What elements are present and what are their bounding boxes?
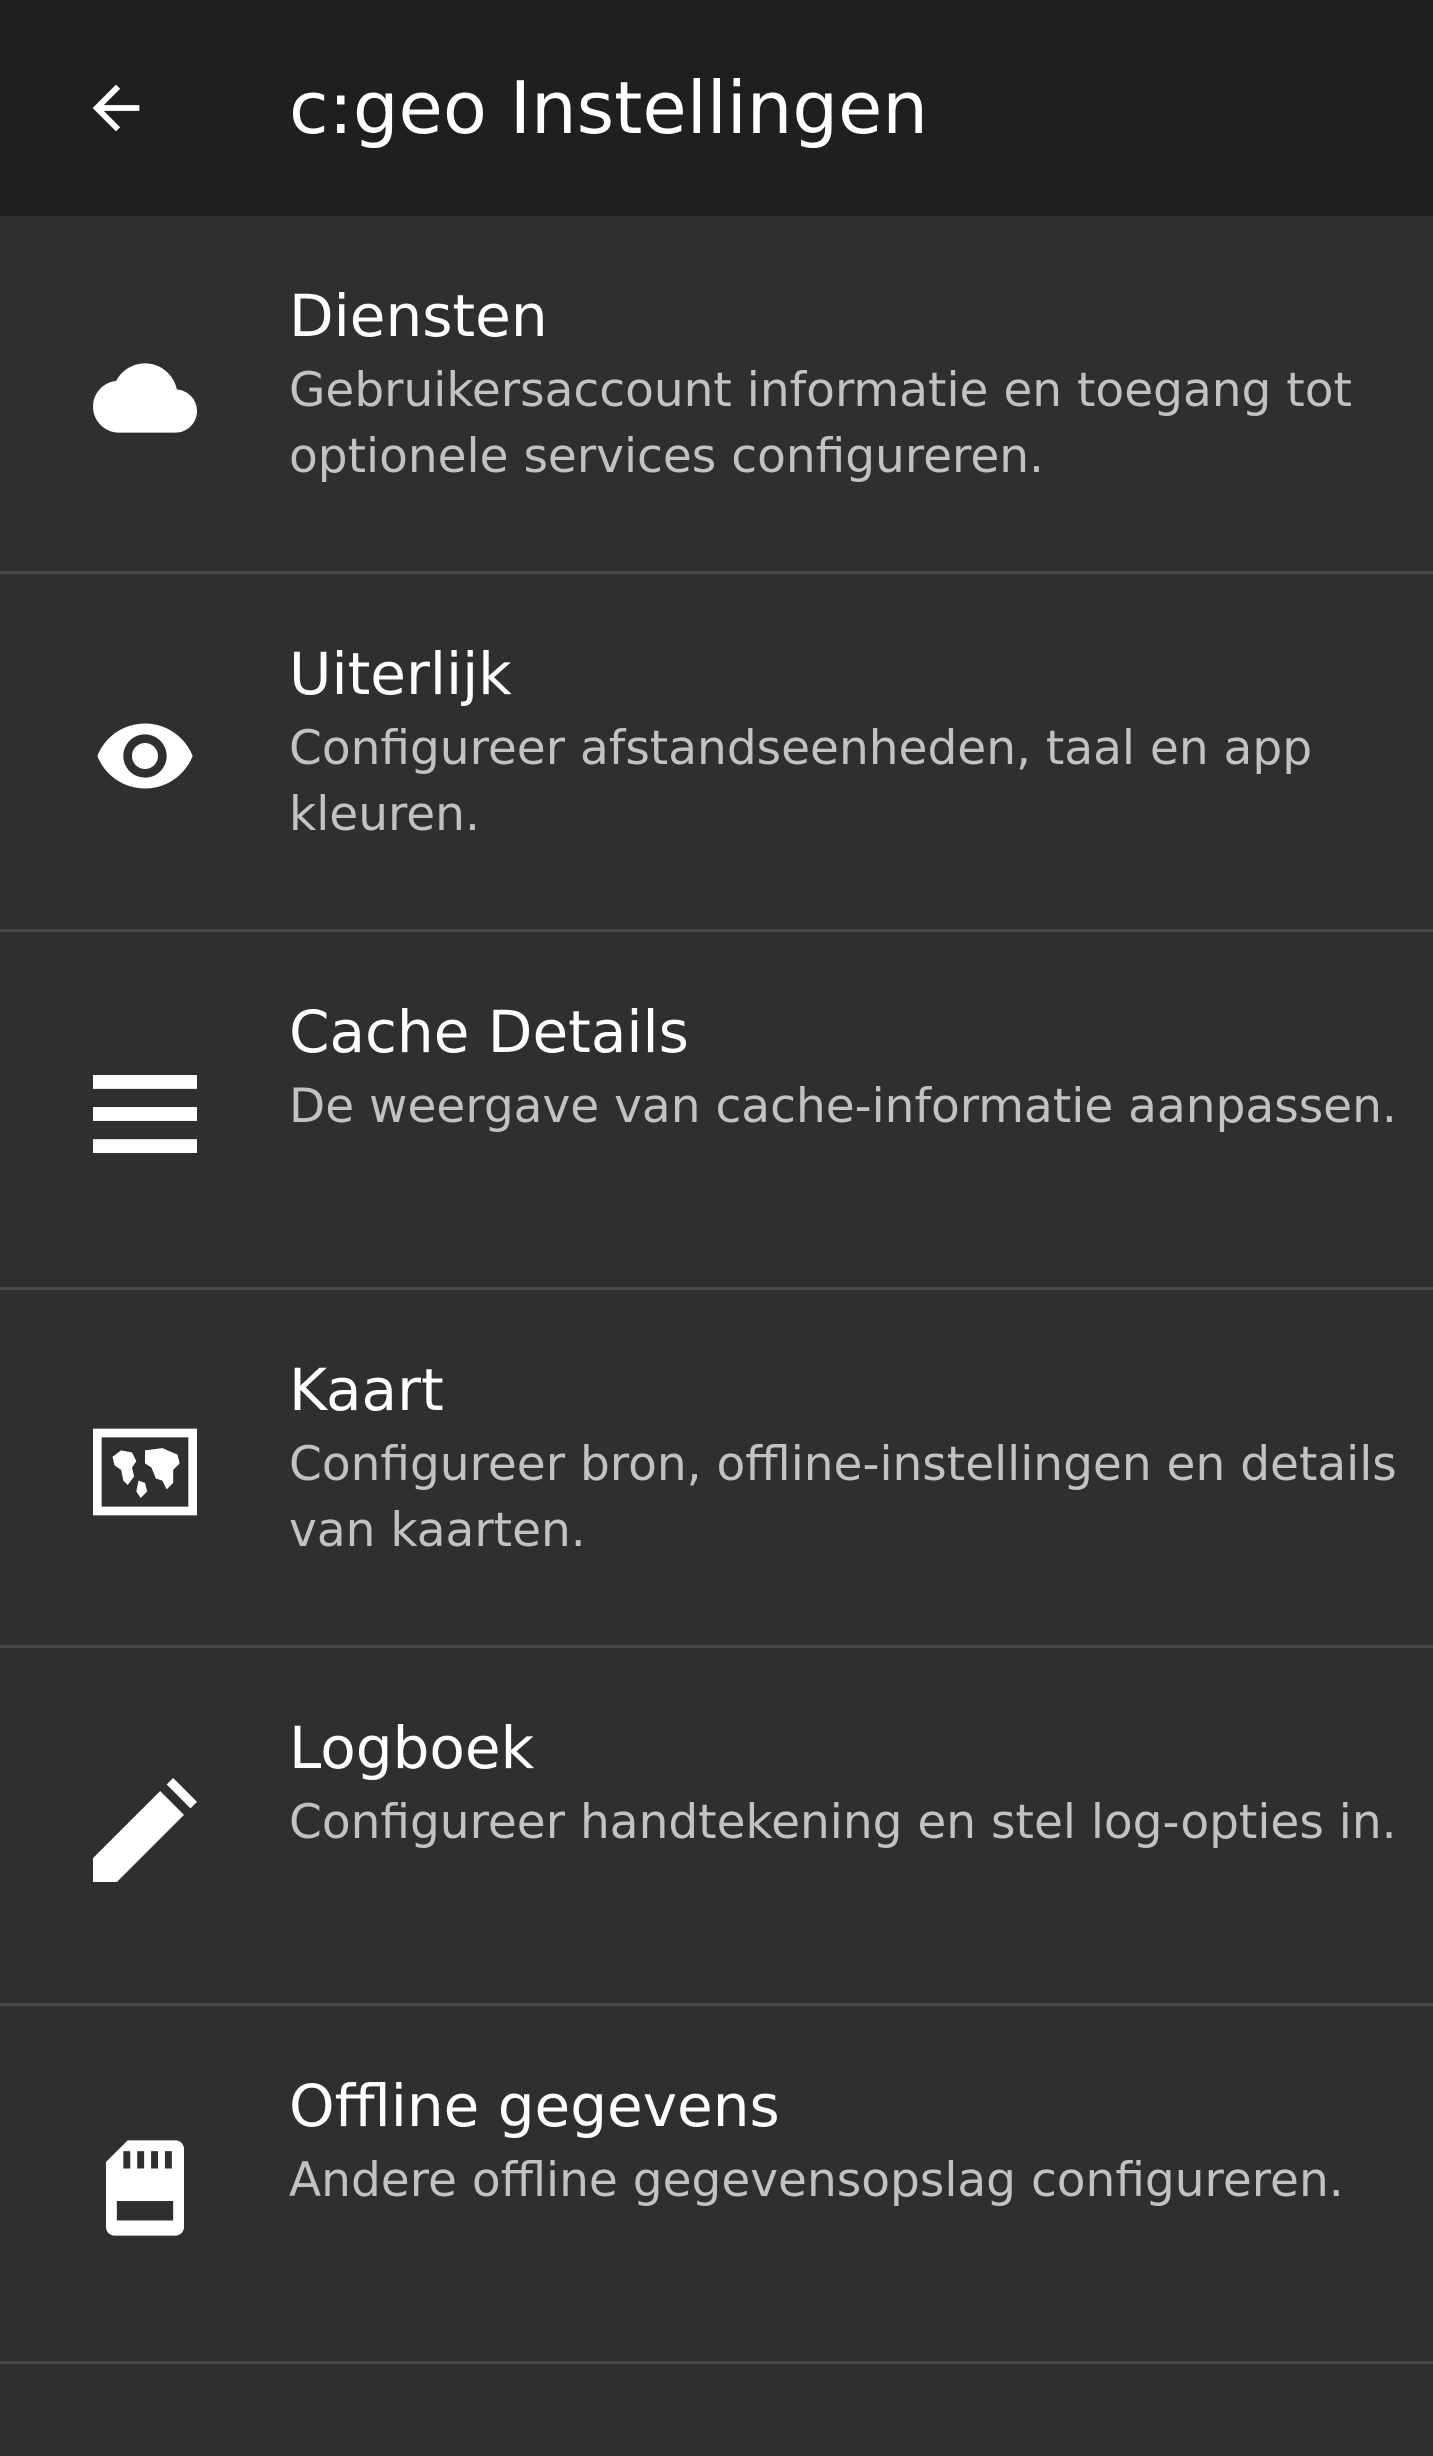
- page-title: c:geo Instellingen: [289, 66, 928, 150]
- settings-item-description: Andere offline gegevensopslag configurer…: [289, 2153, 1344, 2208]
- settings-item-logboek[interactable]: Logboek Configureer handtekening en stel…: [0, 1648, 1433, 2006]
- settings-item-label: Offline gegevens: [289, 2072, 780, 2140]
- settings-item-diensten[interactable]: Diensten Gebruikersaccount informatie en…: [0, 216, 1433, 574]
- settings-item-label: Uiterlijk: [289, 640, 512, 708]
- settings-item-kaart[interactable]: Kaart Configureer bron, offline-instelli…: [0, 1290, 1433, 1648]
- settings-item-label: Kaart: [289, 1356, 444, 1424]
- sd-card-icon: [90, 2133, 200, 2243]
- list-icon: [90, 1059, 200, 1169]
- settings-item-description: Configureer afstandseenheden, taal en ap…: [289, 721, 1313, 842]
- arrow-back-icon: [81, 73, 151, 143]
- pencil-icon: [90, 1775, 200, 1885]
- settings-item-description: Configureer bron, offline-instellingen e…: [289, 1437, 1397, 1558]
- settings-item-offline-gegevens[interactable]: Offline gegevens Andere offline gegevens…: [0, 2006, 1433, 2364]
- cloud-icon: [90, 343, 200, 453]
- settings-item-description: Gebruikersaccount informatie en toegang …: [289, 363, 1352, 484]
- settings-item-label: Diensten: [289, 282, 548, 350]
- eye-icon: [90, 701, 200, 811]
- settings-item-description: Configureer handtekening en stel log-opt…: [289, 1795, 1397, 1850]
- settings-item-label: Logboek: [289, 1714, 535, 1782]
- settings-item-label: Cache Details: [289, 998, 689, 1066]
- settings-item-cache-details[interactable]: Cache Details De weergave van cache-info…: [0, 932, 1433, 1290]
- settings-item-description: De weergave van cache-informatie aanpass…: [289, 1079, 1397, 1134]
- map-icon: [90, 1417, 200, 1527]
- back-button[interactable]: [56, 48, 176, 168]
- settings-list: Diensten Gebruikersaccount informatie en…: [0, 216, 1433, 2364]
- settings-item-uiterlijk[interactable]: Uiterlijk Configureer afstandseenheden, …: [0, 574, 1433, 932]
- app-bar: c:geo Instellingen: [0, 0, 1433, 216]
